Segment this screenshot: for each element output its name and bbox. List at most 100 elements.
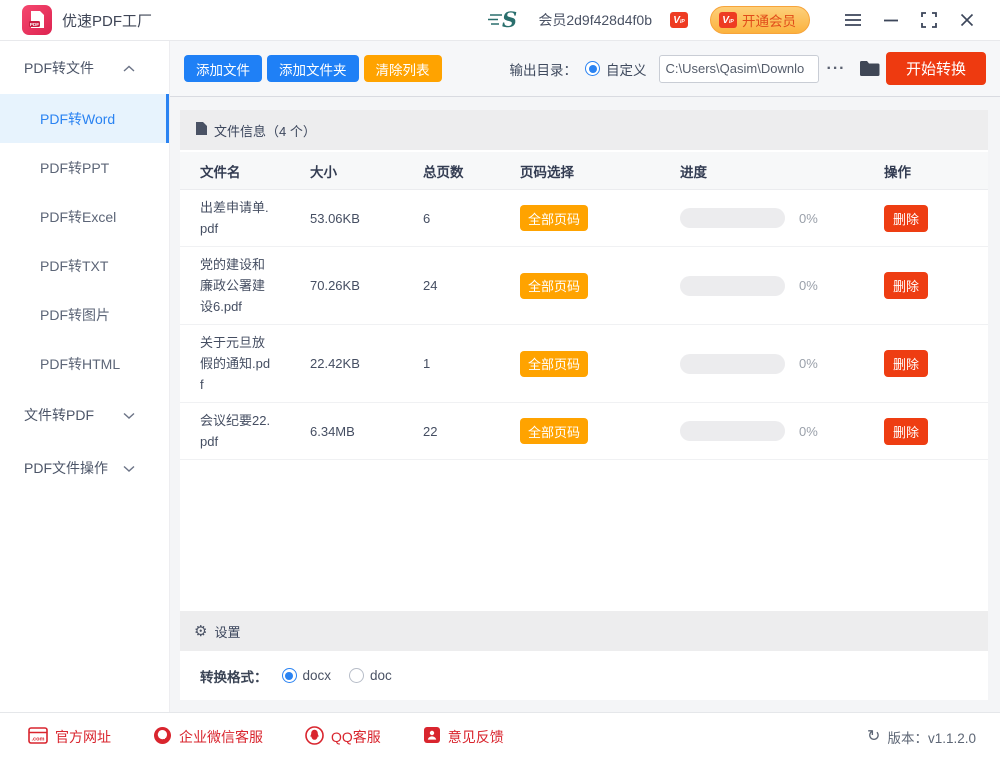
- feedback-link[interactable]: 意见反馈: [423, 726, 504, 747]
- empty-space: [180, 460, 988, 611]
- settings-header: ⚙ 设置: [180, 611, 988, 651]
- settings-row: 转换格式： docx doc: [180, 651, 988, 700]
- sidebar-item-label: PDF转TXT: [40, 256, 108, 276]
- maximize-icon[interactable]: [914, 6, 944, 34]
- version-area: ↻ 版本：v1.1.2.0: [867, 727, 976, 747]
- table-row: 出差申请单.pdf 53.06KB 6 全部页码 0% 删除: [180, 190, 988, 247]
- format-label: 转换格式：: [200, 666, 268, 686]
- delete-button[interactable]: 删除: [884, 205, 928, 232]
- file-name: 党的建设和廉政公署建设6.pdf: [200, 254, 272, 317]
- output-path-input[interactable]: [659, 55, 819, 83]
- sidebar-item-label: PDF转HTML: [40, 354, 120, 374]
- upgrade-vip-button[interactable]: VIP 开通会员: [710, 6, 810, 34]
- document-icon: [195, 121, 208, 139]
- content-area: 文件信息（4 个） 文件名 大小 总页数 页码选择 进度 操作 出差申请单.pd…: [170, 97, 1000, 712]
- file-pages: 1: [423, 356, 483, 371]
- sidebar: PDF转文件 PDF转Word PDF转PPT PDF转Excel PDF转TX…: [0, 41, 170, 712]
- chevron-down-icon: [123, 460, 135, 476]
- start-convert-button[interactable]: 开始转换: [886, 52, 986, 85]
- docx-label: docx: [303, 668, 332, 683]
- sidebar-item-pdf-to-txt[interactable]: PDF转TXT: [0, 241, 169, 290]
- table-row: 关于元旦放假的通知.pdf 22.42KB 1 全部页码 0% 删除: [180, 325, 988, 403]
- sidebar-group-file-to-pdf[interactable]: 文件转PDF: [0, 388, 169, 441]
- progress-bar: [680, 208, 785, 228]
- qq-support-link[interactable]: QQ客服: [305, 726, 381, 748]
- custom-dir-radio[interactable]: [585, 61, 600, 76]
- qq-support-label: QQ客服: [331, 727, 381, 747]
- wechat-support-label: 企业微信客服: [179, 727, 263, 747]
- table-row: 党的建设和廉政公署建设6.pdf 70.26KB 24 全部页码 0% 删除: [180, 247, 988, 325]
- vip-badge-icon: VIP: [719, 12, 737, 28]
- col-action: 操作: [884, 161, 988, 181]
- titlebar: PDF 优速PDF工厂 S 会员2d9f428d4f0b VIP VIP 开通会…: [0, 0, 1000, 41]
- vip-badge-icon: VIP: [670, 12, 688, 28]
- file-panel: 文件信息（4 个） 文件名 大小 总页数 页码选择 进度 操作 出差申请单.pd…: [180, 110, 988, 700]
- browse-more-button[interactable]: ···: [827, 60, 846, 78]
- page-select-button[interactable]: 全部页码: [520, 351, 588, 377]
- sidebar-item-pdf-to-excel[interactable]: PDF转Excel: [0, 192, 169, 241]
- sidebar-item-pdf-to-ppt[interactable]: PDF转PPT: [0, 143, 169, 192]
- app-logo-icon: PDF: [22, 5, 52, 35]
- delete-button[interactable]: 删除: [884, 272, 928, 299]
- progress-percent: 0%: [799, 356, 818, 371]
- refresh-icon[interactable]: ↻: [867, 729, 880, 745]
- docx-radio[interactable]: [282, 668, 297, 683]
- col-size: 大小: [310, 161, 390, 181]
- file-size: 6.34MB: [310, 424, 390, 439]
- sidebar-group-label: PDF文件操作: [24, 458, 108, 478]
- col-page-select: 页码选择: [520, 161, 645, 181]
- minimize-icon[interactable]: [876, 6, 906, 34]
- custom-dir-label: 自定义: [606, 59, 647, 79]
- upgrade-vip-label: 开通会员: [742, 10, 796, 30]
- menu-icon[interactable]: [838, 6, 868, 34]
- file-size: 70.26KB: [310, 278, 390, 293]
- page-select-button[interactable]: 全部页码: [520, 418, 588, 444]
- official-website-label: 官方网址: [55, 727, 111, 747]
- sidebar-item-pdf-to-word[interactable]: PDF转Word: [0, 94, 169, 143]
- table-header-row: 文件名 大小 总页数 页码选择 进度 操作: [180, 150, 988, 190]
- open-folder-icon[interactable]: [859, 60, 880, 77]
- add-file-button[interactable]: 添加文件: [184, 55, 262, 82]
- sidebar-item-label: PDF转PPT: [40, 158, 109, 178]
- gear-icon: ⚙: [194, 624, 207, 639]
- main-area: 添加文件 添加文件夹 清除列表 输出目录： 自定义 ··· 开始转换 文件信息（…: [170, 41, 1000, 712]
- wechat-support-link[interactable]: 企业微信客服: [153, 726, 263, 748]
- close-icon[interactable]: [952, 6, 982, 34]
- member-logo-icon: S: [488, 7, 522, 33]
- file-size: 22.42KB: [310, 356, 390, 371]
- doc-radio[interactable]: [349, 668, 364, 683]
- output-dir-label: 输出目录：: [510, 59, 578, 79]
- sidebar-item-pdf-to-html[interactable]: PDF转HTML: [0, 339, 169, 388]
- chevron-down-icon: [123, 407, 135, 423]
- file-pages: 22: [423, 424, 483, 439]
- file-size: 53.06KB: [310, 211, 390, 226]
- page-select-button[interactable]: 全部页码: [520, 273, 588, 299]
- delete-button[interactable]: 删除: [884, 418, 928, 445]
- app-title: 优速PDF工厂: [62, 10, 152, 31]
- progress-bar: [680, 354, 785, 374]
- delete-button[interactable]: 删除: [884, 350, 928, 377]
- sidebar-item-pdf-to-image[interactable]: PDF转图片: [0, 290, 169, 339]
- col-pages: 总页数: [423, 161, 483, 181]
- version-label: 版本：v1.1.2.0: [887, 727, 976, 747]
- progress-percent: 0%: [799, 424, 818, 439]
- website-icon: .com: [28, 727, 48, 747]
- page-select-button[interactable]: 全部页码: [520, 205, 588, 231]
- svg-text:PDF: PDF: [30, 22, 39, 27]
- file-pages: 6: [423, 211, 483, 226]
- custom-dir-option: 自定义: [585, 59, 647, 79]
- sidebar-group-pdf-operations[interactable]: PDF文件操作: [0, 441, 169, 494]
- add-folder-button[interactable]: 添加文件夹: [267, 55, 359, 82]
- sidebar-group-pdf-to-file[interactable]: PDF转文件: [0, 41, 169, 94]
- progress-bar: [680, 276, 785, 296]
- svg-text:.com: .com: [31, 736, 44, 742]
- file-name: 会议纪要22.pdf: [200, 410, 272, 452]
- file-info-label: 文件信息（4 个）: [214, 121, 316, 140]
- clear-list-button[interactable]: 清除列表: [364, 55, 442, 82]
- file-name: 出差申请单.pdf: [200, 197, 272, 239]
- official-website-link[interactable]: .com 官方网址: [28, 727, 111, 747]
- feedback-label: 意见反馈: [448, 727, 504, 747]
- table-row: 会议纪要22.pdf 6.34MB 22 全部页码 0% 删除: [180, 403, 988, 460]
- sidebar-group-label: PDF转文件: [24, 58, 94, 78]
- wechat-icon: [153, 726, 172, 748]
